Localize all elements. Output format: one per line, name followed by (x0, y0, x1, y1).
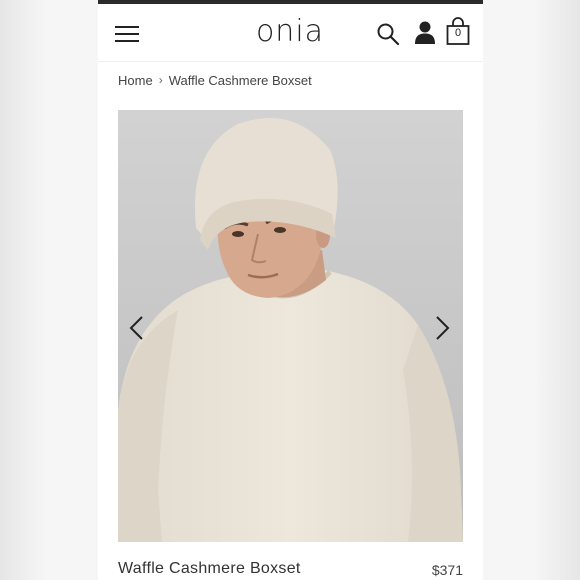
breadcrumb-current: Waffle Cashmere Boxset (168, 72, 312, 88)
brand-logo[interactable]: onia (240, 14, 340, 49)
cart-count: 0 (454, 27, 462, 39)
breadcrumb-home-link[interactable]: Home (118, 73, 153, 88)
site-header: onia 0 (98, 4, 483, 62)
search-icon[interactable] (376, 22, 400, 46)
product-price: $371 (431, 562, 463, 578)
chevron-right-icon[interactable] (432, 314, 452, 342)
product-image-gallery[interactable] (118, 110, 463, 542)
product-title: Waffle Cashmere Boxset (118, 560, 301, 577)
shopping-bag-icon[interactable]: 0 (446, 16, 470, 46)
mobile-page: onia 0 Home › Waffle Cashmere Boxset Waf… (98, 0, 483, 580)
user-icon[interactable] (414, 20, 436, 46)
breadcrumb-separator: › (158, 73, 163, 87)
product-photo (118, 110, 463, 542)
hamburger-menu-icon[interactable] (115, 24, 139, 44)
chevron-left-icon[interactable] (127, 314, 147, 342)
breadcrumb: Home › Waffle Cashmere Boxset (118, 71, 312, 89)
